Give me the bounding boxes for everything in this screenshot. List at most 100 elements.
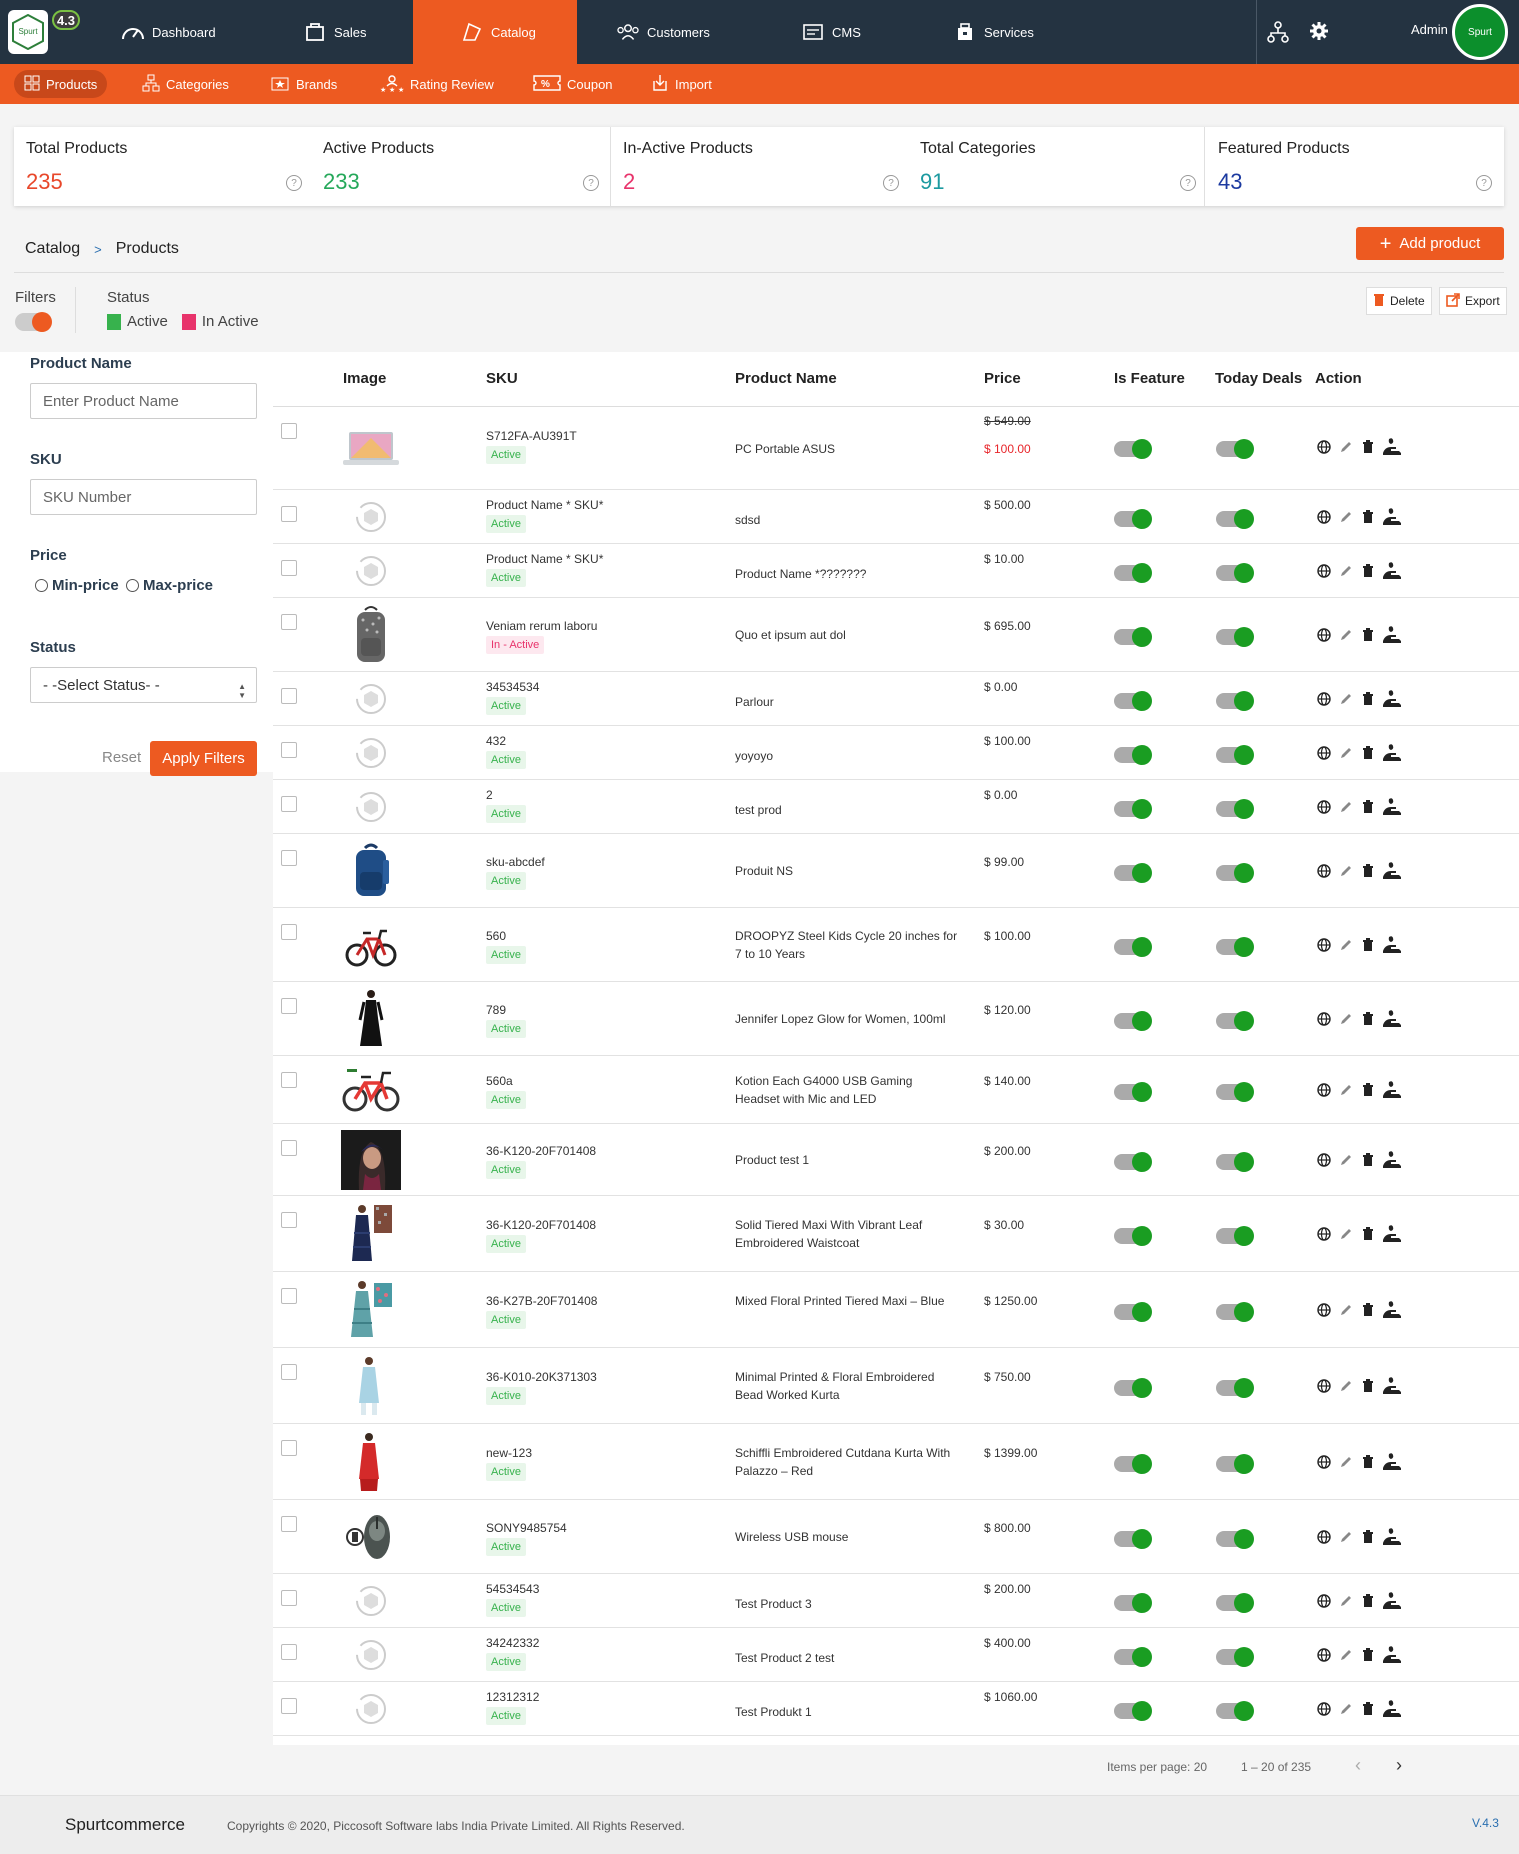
edit-icon[interactable] [1338, 937, 1354, 953]
edit-icon[interactable] [1338, 745, 1354, 761]
delete-icon[interactable] [1360, 1647, 1376, 1663]
is-feature-toggle[interactable] [1114, 509, 1152, 529]
user-settings-icon[interactable] [1382, 562, 1402, 579]
items-per-page[interactable]: Items per page: 20 [1107, 1760, 1207, 1774]
globe-icon[interactable] [1316, 1529, 1332, 1545]
min-price-radio[interactable]: Min-price [35, 577, 119, 594]
subnav-brands[interactable]: Brands [260, 70, 347, 98]
table-row[interactable]: sku-abcdef Active Produit NS $ 99.00 [273, 834, 1519, 908]
edit-icon[interactable] [1338, 1593, 1354, 1609]
avatar[interactable]: Spurt [1452, 4, 1508, 60]
row-checkbox[interactable] [281, 614, 297, 630]
prev-page-icon[interactable]: ‹ [1355, 1755, 1361, 1776]
edit-icon[interactable] [1338, 563, 1354, 579]
globe-icon[interactable] [1316, 1701, 1332, 1717]
user-settings-icon[interactable] [1382, 438, 1402, 455]
table-row[interactable]: 54534543 Active Test Product 3 $ 200.00 [273, 1574, 1519, 1628]
delete-icon[interactable] [1360, 1529, 1376, 1545]
delete-icon[interactable] [1360, 1152, 1376, 1168]
delete-icon[interactable] [1360, 1701, 1376, 1717]
today-deals-toggle[interactable] [1216, 627, 1254, 647]
delete-icon[interactable] [1360, 1082, 1376, 1098]
is-feature-toggle[interactable] [1114, 863, 1152, 883]
is-feature-toggle[interactable] [1114, 1011, 1152, 1031]
is-feature-toggle[interactable] [1114, 937, 1152, 957]
user-settings-icon[interactable] [1382, 626, 1402, 643]
user-settings-icon[interactable] [1382, 798, 1402, 815]
user-settings-icon[interactable] [1382, 1151, 1402, 1168]
today-deals-toggle[interactable] [1216, 1011, 1254, 1031]
delete-icon[interactable] [1360, 937, 1376, 953]
row-checkbox[interactable] [281, 1072, 297, 1088]
edit-icon[interactable] [1338, 1082, 1354, 1098]
table-row[interactable]: 36-K120-20F701408 Active Solid Tiered Maxi… [273, 1196, 1519, 1272]
today-deals-toggle[interactable] [1216, 1082, 1254, 1102]
is-feature-toggle[interactable] [1114, 1454, 1152, 1474]
today-deals-toggle[interactable] [1216, 1647, 1254, 1667]
help-icon[interactable]: ? [583, 175, 599, 191]
row-checkbox[interactable] [281, 1140, 297, 1156]
delete-icon[interactable] [1360, 627, 1376, 643]
edit-icon[interactable] [1338, 1701, 1354, 1717]
today-deals-toggle[interactable] [1216, 937, 1254, 957]
max-price-radio[interactable]: Max-price [126, 577, 213, 594]
delete-icon[interactable] [1360, 1454, 1376, 1470]
table-row[interactable]: 34534534 Active Parlour $ 0.00 [273, 672, 1519, 726]
sku-input[interactable]: SKU Number [30, 479, 257, 515]
user-settings-icon[interactable] [1382, 936, 1402, 953]
edit-icon[interactable] [1338, 863, 1354, 879]
add-product-button[interactable]: + Add product [1356, 227, 1504, 260]
is-feature-toggle[interactable] [1114, 1302, 1152, 1322]
edit-icon[interactable] [1338, 1226, 1354, 1242]
user-settings-icon[interactable] [1382, 1225, 1402, 1242]
is-feature-toggle[interactable] [1114, 1647, 1152, 1667]
row-checkbox[interactable] [281, 1644, 297, 1660]
reset-button[interactable]: Reset [102, 749, 141, 766]
today-deals-toggle[interactable] [1216, 1152, 1254, 1172]
edit-icon[interactable] [1338, 1011, 1354, 1027]
table-row[interactable]: 560 Active DROOPYZ Steel Kids Cycle 20 inc… [273, 908, 1519, 982]
breadcrumb-root[interactable]: Catalog [25, 240, 80, 258]
globe-icon[interactable] [1316, 799, 1332, 815]
nav-services[interactable]: Services [944, 0, 1042, 64]
is-feature-toggle[interactable] [1114, 1378, 1152, 1398]
globe-icon[interactable] [1316, 745, 1332, 761]
nav-catalog[interactable]: Catalog [413, 0, 577, 64]
is-feature-toggle[interactable] [1114, 1082, 1152, 1102]
user-settings-icon[interactable] [1382, 1700, 1402, 1717]
today-deals-toggle[interactable] [1216, 1302, 1254, 1322]
table-row[interactable]: 36-K010-20K371303 Active Minimal Printed &… [273, 1348, 1519, 1424]
nav-dashboard[interactable]: Dashboard [112, 0, 224, 64]
table-row[interactable]: 36-K120-20F701408 Active Product test 1 $ 2… [273, 1124, 1519, 1196]
today-deals-toggle[interactable] [1216, 1454, 1254, 1474]
globe-icon[interactable] [1316, 1011, 1332, 1027]
globe-icon[interactable] [1316, 863, 1332, 879]
globe-icon[interactable] [1316, 563, 1332, 579]
is-feature-toggle[interactable] [1114, 745, 1152, 765]
table-row[interactable]: 34242332 Active Test Product 2 test $ 400.0… [273, 1628, 1519, 1682]
next-page-icon[interactable]: › [1396, 1755, 1402, 1776]
app-logo[interactable]: Spurt [8, 10, 48, 54]
row-checkbox[interactable] [281, 506, 297, 522]
subnav-categories[interactable]: Categories [132, 70, 239, 98]
globe-icon[interactable] [1316, 1454, 1332, 1470]
delete-button[interactable]: Delete [1366, 287, 1432, 315]
row-checkbox[interactable] [281, 560, 297, 576]
globe-icon[interactable] [1316, 1226, 1332, 1242]
delete-icon[interactable] [1360, 863, 1376, 879]
today-deals-toggle[interactable] [1216, 863, 1254, 883]
nav-sales[interactable]: Sales [294, 0, 375, 64]
edit-icon[interactable] [1338, 1647, 1354, 1663]
today-deals-toggle[interactable] [1216, 799, 1254, 819]
help-icon[interactable]: ? [286, 175, 302, 191]
table-row[interactable]: Product Name * SKU* Active Product Name *?… [273, 544, 1519, 598]
table-row[interactable]: 12312312 Active Test Produkt 1 $ 1060.00 [273, 1682, 1519, 1736]
table-row[interactable]: 2 Active test prod $ 0.00 [273, 780, 1519, 834]
is-feature-toggle[interactable] [1114, 691, 1152, 711]
is-feature-toggle[interactable] [1114, 1529, 1152, 1549]
user-settings-icon[interactable] [1382, 1646, 1402, 1663]
edit-icon[interactable] [1338, 509, 1354, 525]
edit-icon[interactable] [1338, 1529, 1354, 1545]
globe-icon[interactable] [1316, 509, 1332, 525]
delete-icon[interactable] [1360, 1378, 1376, 1394]
